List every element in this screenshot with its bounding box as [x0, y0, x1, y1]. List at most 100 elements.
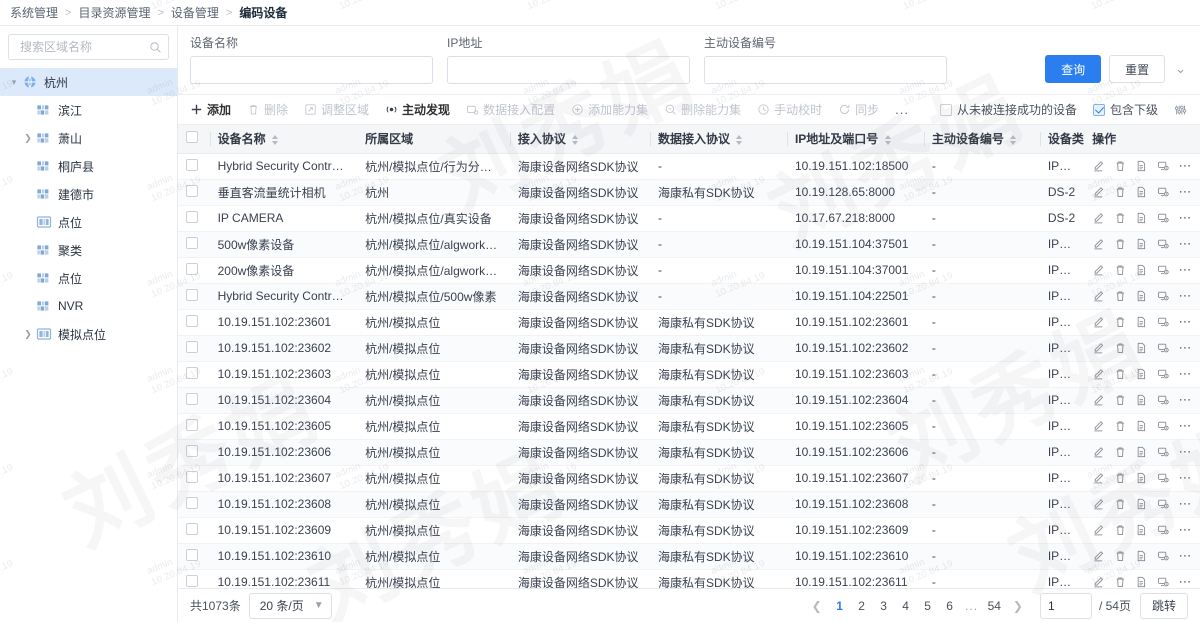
document-icon[interactable]	[1135, 159, 1148, 173]
row-checkbox[interactable]	[186, 548, 198, 561]
tree-node-2[interactable]: ❯ 萧山	[0, 124, 177, 152]
page-number-3[interactable]: 3	[873, 593, 895, 619]
area-search-box[interactable]	[8, 34, 169, 60]
delete-icon[interactable]	[1114, 549, 1127, 563]
edit-icon[interactable]	[1092, 341, 1105, 355]
row-checkbox[interactable]	[186, 314, 198, 327]
table-row[interactable]: 10.19.151.102:23609 杭州/模拟点位 海康设备网络SDK协议 海康私…	[178, 517, 1200, 544]
edit-icon[interactable]	[1092, 393, 1105, 407]
document-icon[interactable]	[1135, 237, 1148, 251]
header-data-protocol[interactable]: 数据接入协议	[649, 125, 787, 154]
document-icon[interactable]	[1135, 289, 1148, 303]
checkbox-include-sub[interactable]: 包含下级	[1092, 101, 1158, 118]
row-checkbox[interactable]	[186, 184, 198, 197]
delete-icon[interactable]	[1114, 159, 1127, 173]
edit-icon[interactable]	[1092, 497, 1105, 511]
document-icon[interactable]	[1135, 575, 1148, 588]
row-checkbox[interactable]	[186, 574, 198, 587]
chevron-right-icon[interactable]: ❯	[20, 133, 36, 144]
document-icon[interactable]	[1135, 523, 1148, 537]
jump-page-input[interactable]	[1039, 592, 1092, 619]
edit-icon[interactable]	[1092, 419, 1105, 433]
document-icon[interactable]	[1135, 471, 1148, 485]
breadcrumb-item-catalog[interactable]: 目录资源管理	[78, 4, 150, 21]
tree-node-4[interactable]: 建德市	[0, 180, 177, 208]
chevron-right-icon[interactable]: ❯	[20, 329, 36, 340]
monitor-config-icon[interactable]	[1157, 575, 1170, 588]
delete-icon[interactable]	[1114, 393, 1127, 407]
checkbox-box[interactable]	[1092, 103, 1105, 116]
edit-icon[interactable]	[1092, 315, 1105, 329]
sort-toggle-icon[interactable]	[1010, 135, 1017, 146]
edit-icon[interactable]	[1092, 263, 1105, 277]
delete-icon[interactable]	[1114, 419, 1127, 433]
row-select-cell[interactable]	[178, 543, 210, 570]
row-select-cell[interactable]	[178, 387, 210, 414]
row-checkbox[interactable]	[186, 340, 198, 353]
monitor-config-icon[interactable]	[1157, 185, 1170, 199]
edit-icon[interactable]	[1092, 523, 1105, 537]
document-icon[interactable]	[1135, 549, 1148, 563]
document-icon[interactable]	[1135, 341, 1148, 355]
document-icon[interactable]	[1135, 263, 1148, 277]
row-select-cell[interactable]	[178, 413, 210, 440]
monitor-config-icon[interactable]	[1157, 419, 1170, 433]
row-select-cell[interactable]	[178, 257, 210, 284]
monitor-config-icon[interactable]	[1157, 471, 1170, 485]
edit-icon[interactable]	[1092, 575, 1105, 588]
page-number-6[interactable]: 6	[939, 593, 961, 619]
row-select-cell[interactable]	[178, 309, 210, 336]
row-select-cell[interactable]	[178, 569, 210, 588]
tree-node-9[interactable]: ❯ 模拟点位	[0, 320, 177, 348]
table-row[interactable]: 10.19.151.102:23607 杭州/模拟点位 海康设备网络SDK协议 海康私…	[178, 465, 1200, 492]
monitor-config-icon[interactable]	[1157, 315, 1170, 329]
row-checkbox[interactable]	[186, 418, 198, 431]
document-icon[interactable]	[1135, 393, 1148, 407]
edit-icon[interactable]	[1092, 445, 1105, 459]
row-more-icon[interactable]: ⋯	[1179, 211, 1193, 224]
row-checkbox[interactable]	[186, 470, 198, 483]
row-more-icon[interactable]: ⋯	[1179, 237, 1193, 250]
page-number-4[interactable]: 4	[895, 593, 917, 619]
document-icon[interactable]	[1135, 185, 1148, 199]
tree-node-1[interactable]: 滨江	[0, 96, 177, 124]
page-number-last[interactable]: 54	[983, 593, 1006, 619]
header-device-name[interactable]: 设备名称	[209, 125, 358, 154]
device-name-input[interactable]	[190, 56, 433, 84]
document-icon[interactable]	[1135, 211, 1148, 225]
table-row[interactable]: 10.19.151.102:23605 杭州/模拟点位 海康设备网络SDK协议 海康私…	[178, 413, 1200, 440]
edit-icon[interactable]	[1092, 237, 1105, 251]
toolbar-radar[interactable]: 主动发现	[385, 101, 450, 118]
row-select-cell[interactable]	[178, 335, 210, 362]
edit-icon[interactable]	[1092, 289, 1105, 303]
toolbar-more-button[interactable]: ...	[895, 102, 909, 117]
sort-toggle-icon[interactable]	[736, 135, 743, 146]
delete-icon[interactable]	[1114, 497, 1127, 511]
table-row[interactable]: 200w像素设备 杭州/模拟点位/algwork性... 海康设备网络SDK协议 - 1…	[178, 257, 1200, 284]
breadcrumb-item-system[interactable]: 系统管理	[10, 4, 58, 21]
row-more-icon[interactable]: ⋯	[1179, 497, 1193, 510]
row-select-cell[interactable]	[178, 205, 210, 232]
delete-icon[interactable]	[1114, 471, 1127, 485]
monitor-config-icon[interactable]	[1157, 159, 1170, 173]
monitor-config-icon[interactable]	[1157, 497, 1170, 511]
document-icon[interactable]	[1135, 445, 1148, 459]
checkbox-box[interactable]	[939, 103, 952, 116]
table-row[interactable]: 500w像素设备 杭州/模拟点位/algwork性... 海康设备网络SDK协议 - 1…	[178, 231, 1200, 258]
row-checkbox[interactable]	[186, 444, 198, 457]
table-row[interactable]: Hybrid Security Control Pa... 杭州/模拟点位/行为分…	[178, 153, 1200, 180]
row-more-icon[interactable]: ⋯	[1179, 185, 1193, 198]
row-more-icon[interactable]: ⋯	[1179, 419, 1193, 432]
toolbar-plus[interactable]: 添加	[190, 101, 231, 118]
delete-icon[interactable]	[1114, 367, 1127, 381]
row-more-icon[interactable]: ⋯	[1179, 289, 1193, 302]
page-number-2[interactable]: 2	[851, 593, 873, 619]
row-more-icon[interactable]: ⋯	[1179, 523, 1193, 536]
row-checkbox[interactable]	[186, 236, 198, 249]
tree-node-5[interactable]: 点位	[0, 208, 177, 236]
breadcrumb-item-device[interactable]: 设备管理	[171, 4, 219, 21]
ip-address-input[interactable]	[447, 56, 690, 84]
delete-icon[interactable]	[1114, 185, 1127, 199]
document-icon[interactable]	[1135, 497, 1148, 511]
edit-icon[interactable]	[1092, 549, 1105, 563]
